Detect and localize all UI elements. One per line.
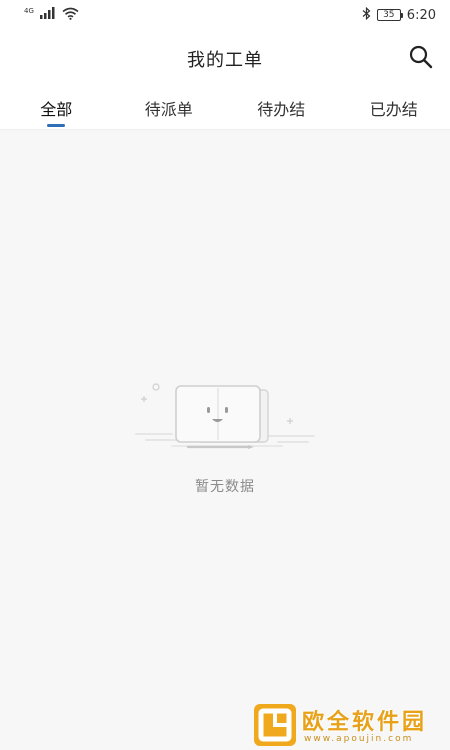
- watermark-url: www.apoujin.com: [304, 734, 414, 744]
- wifi-icon: [62, 7, 79, 24]
- tab-active-indicator: [47, 124, 66, 127]
- search-icon: [409, 45, 433, 69]
- signal-icon: [39, 7, 56, 23]
- tab-all[interactable]: 全部: [0, 86, 113, 130]
- tab-pending-completion[interactable]: 待办结: [225, 86, 338, 130]
- status-left: 4G: [24, 7, 79, 24]
- tab-pending-dispatch[interactable]: 待派单: [113, 86, 226, 130]
- header: 我的工单: [0, 30, 450, 86]
- screen: 4G 35 6:20 我的工单 全部 待派单 待办结 已办结 暂无数据 欧全软件…: [0, 0, 450, 750]
- network-type: 4G: [24, 7, 34, 15]
- search-button[interactable]: [406, 42, 436, 72]
- tab-label: 待办结: [257, 100, 306, 119]
- empty-notebook-icon: [135, 383, 315, 449]
- brand-logo-icon: [254, 704, 296, 746]
- tab-label: 全部: [40, 100, 73, 119]
- watermark-brand: 欧全软件园: [302, 710, 428, 735]
- tab-label: 已办结: [369, 100, 418, 119]
- tab-bar: 全部 待派单 待办结 已办结: [0, 86, 450, 130]
- empty-state: 暂无数据: [0, 376, 450, 506]
- tab-completed[interactable]: 已办结: [338, 86, 450, 130]
- empty-state-text: 暂无数据: [195, 479, 255, 495]
- watermark: 欧全软件园 www.apoujin.com: [252, 702, 450, 750]
- tab-label: 待派单: [144, 100, 193, 119]
- battery-level: 35: [383, 9, 395, 20]
- battery-icon: 35: [376, 9, 403, 21]
- status-bar: 4G 35 6:20: [0, 0, 450, 30]
- bluetooth-icon: [362, 6, 371, 24]
- status-time: 6:20: [406, 7, 436, 23]
- status-right: 35 6:20: [362, 6, 436, 24]
- page-title: 我的工单: [187, 50, 263, 71]
